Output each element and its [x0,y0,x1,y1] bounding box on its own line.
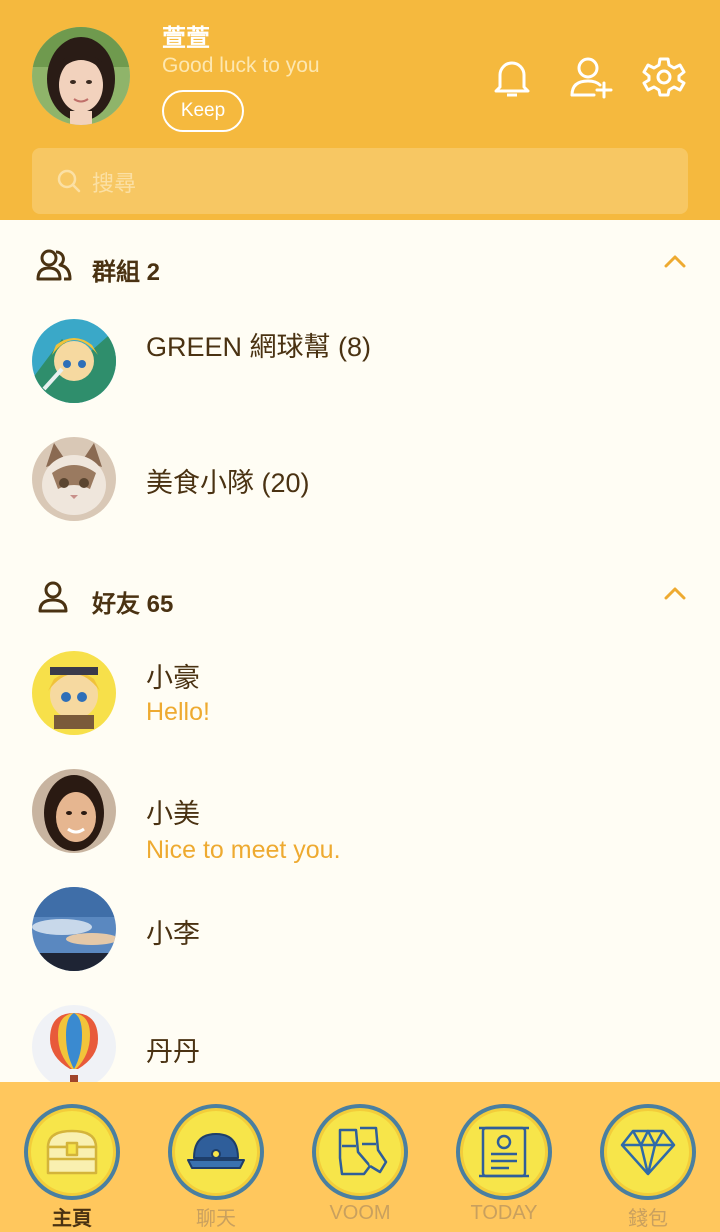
friend-avatar [32,887,116,971]
profile-avatar[interactable] [32,27,130,125]
add-friend-icon[interactable] [566,52,616,102]
friend-status-message: Hello! [146,698,210,726]
friends-section-header[interactable]: 好友 65 [0,568,720,628]
friend-row[interactable]: 小美 Nice to meet you. [0,761,720,864]
nav-home[interactable]: 主頁 [0,1082,144,1232]
friend-avatar [32,1005,116,1089]
chevron-up-icon[interactable] [664,254,686,273]
settings-gear-icon[interactable] [639,52,689,102]
group-row[interactable]: GREEN 網球幫 (8) [0,311,720,411]
nav-today-label: TODAY [470,1202,538,1224]
boots-icon [312,1104,408,1200]
nav-wallet[interactable]: 錢包 [576,1082,720,1232]
keep-button[interactable]: Keep [162,90,244,132]
bell-icon[interactable] [487,52,537,102]
nav-chat[interactable]: 聊天 [144,1082,288,1232]
groups-section-title: 群組 2 [92,259,161,286]
friend-name: 小豪 [146,663,200,693]
group-avatar-tennis [32,319,116,403]
group-name: GREEN 網球幫 (8) [146,332,372,362]
group-avatar-cat [32,437,116,521]
search-bar[interactable]: 搜尋 [32,148,688,214]
nav-today[interactable]: TODAY [432,1082,576,1232]
nav-voom[interactable]: VOOM [288,1082,432,1232]
friend-avatar [32,651,116,735]
groups-section-header[interactable]: 群組 2 [0,236,720,296]
treasure-chest-icon [24,1104,120,1200]
friend-row[interactable]: 小李 [0,879,720,979]
nav-chat-label: 聊天 [196,1208,236,1230]
diamond-icon [600,1104,696,1200]
helmet-icon [168,1104,264,1200]
bottom-navigation: 主頁 聊天 VOOM TODAY 錢包 [0,1082,720,1232]
group-name: 美食小隊 (20) [146,468,310,498]
profile-name: 萱萱 [162,25,210,52]
friends-section-title: 好友 65 [92,591,174,618]
scroll-icon [456,1104,552,1200]
friend-name: 丹丹 [146,1037,200,1067]
search-icon [56,168,82,199]
friend-name: 小美 [146,799,200,829]
nav-home-label: 主頁 [52,1208,92,1230]
profile-header: 萱萱 Good luck to you Keep 搜尋 [0,0,720,220]
nav-wallet-label: 錢包 [628,1208,668,1230]
search-placeholder: 搜尋 [92,171,137,196]
chevron-up-icon[interactable] [664,586,686,605]
friend-status-message: Nice to meet you. [146,836,341,864]
nav-voom-label: VOOM [329,1202,391,1224]
friend-row[interactable]: 小豪 Hello! [0,643,720,743]
friend-name: 小李 [146,919,200,949]
profile-status-message: Good luck to you [162,54,320,77]
group-row[interactable]: 美食小隊 (20) [0,429,720,529]
groups-icon [36,248,72,287]
friend-icon [36,580,70,619]
friend-avatar [32,769,116,853]
